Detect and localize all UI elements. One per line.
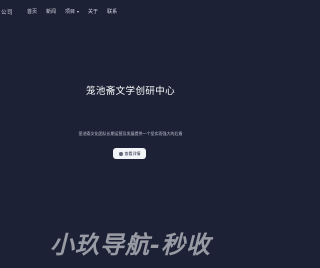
nav-item-projects[interactable]: 项目 (65, 8, 80, 15)
main-nav: 首页 新闻 项目 关于 联系 (27, 8, 126, 15)
brand-name[interactable]: 公司 (1, 8, 13, 16)
top-navigation-bar: 公司 首页 新闻 项目 关于 联系 (0, 0, 261, 26)
watermark-text: 小玖导航-秒收 (50, 231, 211, 259)
book-icon (118, 151, 123, 156)
nav-item-label: 首页 (27, 9, 38, 15)
nav-item-home[interactable]: 首页 (27, 8, 37, 15)
hero-subtitle: 笼池斋文化团队长期运营及发展提供一个坚实而强大的后盾 (78, 131, 183, 136)
chevron-down-icon (77, 10, 80, 13)
view-details-button[interactable]: 查看详情 (113, 148, 146, 159)
nav-item-label: 关于 (88, 9, 99, 15)
nav-item-news[interactable]: 新闻 (46, 8, 56, 15)
nav-item-label: 项目 (65, 9, 76, 15)
nav-item-about[interactable]: 关于 (88, 8, 98, 15)
nav-item-label: 新闻 (46, 9, 57, 15)
page: 公司 首页 新闻 项目 关于 联系 笼池斋文学创研中心 笼池斋文化团队长期运营及… (0, 0, 261, 268)
nav-item-label: 联系 (107, 9, 118, 15)
hero-title: 笼池斋文学创研中心 (85, 86, 176, 97)
view-details-label: 查看详情 (124, 150, 141, 156)
nav-item-contact[interactable]: 联系 (107, 8, 117, 15)
